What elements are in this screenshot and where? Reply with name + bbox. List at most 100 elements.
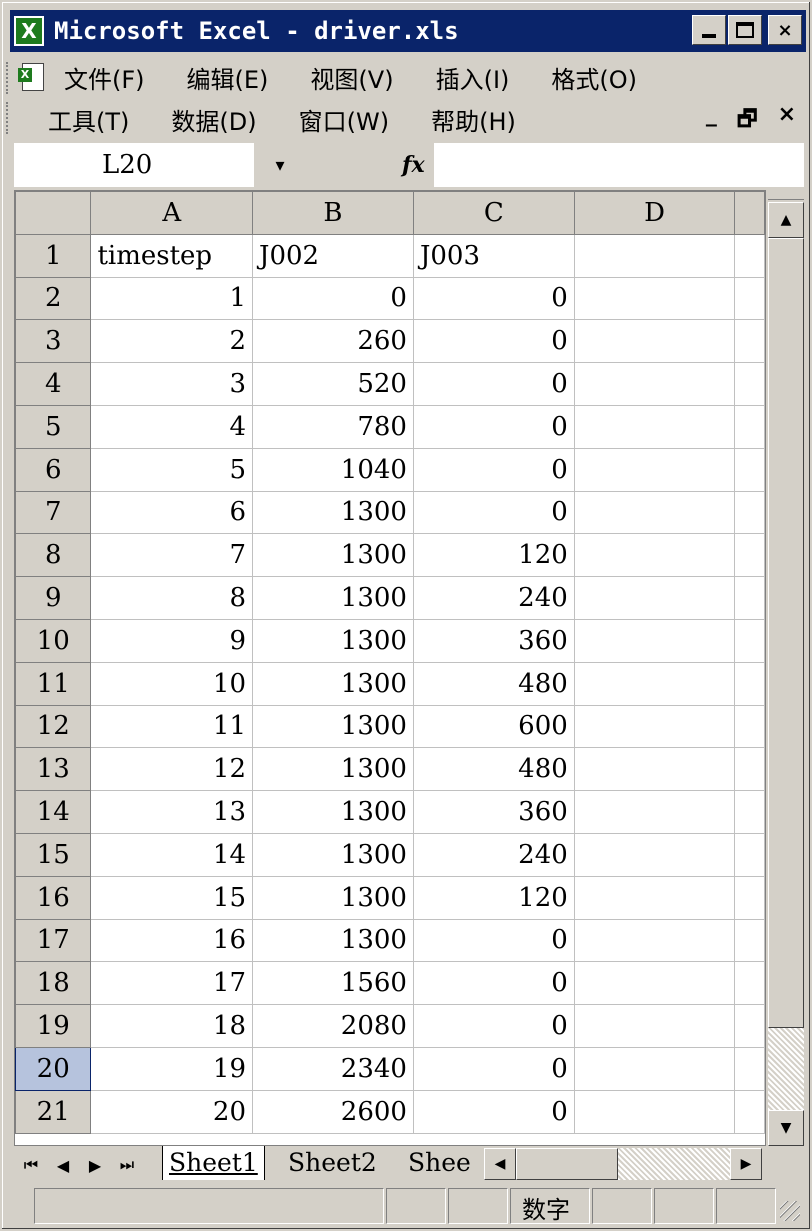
cell-c12[interactable]: 600 [412, 704, 575, 749]
cell-b16[interactable]: 1300 [252, 875, 414, 920]
tab-sheet3[interactable]: Shee [402, 1146, 480, 1180]
cell-e21[interactable] [734, 1089, 765, 1134]
cell-d3[interactable] [573, 319, 736, 364]
vertical-scroll-thumb[interactable] [768, 238, 804, 1028]
cell-c11[interactable]: 480 [412, 661, 575, 706]
cell-b12[interactable]: 1300 [252, 704, 414, 749]
cell-a6[interactable]: 5 [90, 447, 254, 492]
cell-b3[interactable]: 260 [252, 319, 414, 364]
resize-grip-icon[interactable] [780, 1201, 800, 1221]
cell-e17[interactable] [734, 918, 765, 963]
workbook-close-button[interactable]: × [778, 102, 796, 140]
maximize-button[interactable] [728, 15, 762, 45]
menu-format[interactable]: 格式(O) [551, 60, 637, 95]
row-header[interactable]: 17 [15, 918, 92, 963]
scroll-down-button[interactable]: ▼ [768, 1110, 804, 1146]
split-box[interactable] [768, 190, 804, 200]
row-header[interactable]: 15 [15, 832, 92, 877]
cell-a16[interactable]: 15 [90, 875, 254, 920]
cell-a11[interactable]: 10 [90, 661, 254, 706]
column-header-d[interactable]: D [573, 191, 736, 235]
toolbar-grip[interactable] [6, 62, 10, 94]
cell-c8[interactable]: 120 [412, 533, 575, 578]
cell-b15[interactable]: 1300 [252, 832, 414, 877]
cell-d7[interactable] [573, 490, 736, 535]
select-all-corner[interactable] [15, 191, 92, 235]
row-header[interactable]: 4 [15, 362, 92, 406]
cell-c2[interactable]: 0 [412, 276, 575, 321]
cell-d6[interactable] [573, 447, 736, 492]
vertical-scroll-track[interactable] [768, 1028, 804, 1110]
cell-b2[interactable]: 0 [252, 276, 414, 321]
row-header[interactable]: 8 [15, 533, 92, 578]
row-header[interactable]: 19 [15, 1004, 92, 1048]
cell-c16[interactable]: 120 [412, 875, 575, 920]
cell-b1[interactable]: J002 [252, 233, 414, 278]
horizontal-scroll-track[interactable] [618, 1148, 730, 1180]
row-header[interactable]: 6 [15, 447, 92, 492]
cell-a18[interactable]: 17 [90, 961, 254, 1006]
cell-e2[interactable] [734, 276, 765, 321]
cell-e4[interactable] [734, 362, 765, 406]
menu-edit[interactable]: 编辑(E) [187, 60, 269, 95]
cell-d12[interactable] [573, 704, 736, 749]
tab-sheet2[interactable]: Sheet2 [282, 1146, 383, 1180]
scroll-up-button[interactable]: ▲ [768, 202, 804, 238]
scroll-left-button[interactable]: ◀ [484, 1148, 516, 1180]
cell-a15[interactable]: 14 [90, 832, 254, 877]
cell-a14[interactable]: 13 [90, 790, 254, 834]
minimize-button[interactable] [692, 15, 726, 45]
cell-e13[interactable] [734, 747, 765, 792]
cell-d20[interactable] [573, 1046, 736, 1091]
cell-d2[interactable] [573, 276, 736, 321]
cell-b8[interactable]: 1300 [252, 533, 414, 578]
cell-e10[interactable] [734, 618, 765, 663]
cell-e6[interactable] [734, 447, 765, 492]
cell-e11[interactable] [734, 661, 765, 706]
cell-c1[interactable]: J003 [412, 233, 575, 278]
cell-d16[interactable] [573, 875, 736, 920]
row-header[interactable]: 2 [15, 276, 92, 321]
row-header[interactable]: 16 [15, 875, 92, 920]
cell-a2[interactable]: 1 [90, 276, 254, 321]
title-bar[interactable]: X Microsoft Excel - driver.xls × [10, 10, 806, 52]
cell-a10[interactable]: 9 [90, 618, 254, 663]
cell-e20[interactable] [734, 1046, 765, 1091]
column-header-c[interactable]: C [412, 191, 575, 235]
close-button[interactable]: × [768, 15, 802, 45]
cell-c14[interactable]: 360 [412, 790, 575, 834]
next-sheet-icon[interactable]: ▶ [80, 1150, 110, 1180]
menu-help[interactable]: 帮助(H) [431, 102, 516, 137]
formula-input[interactable] [434, 143, 804, 187]
column-header-a[interactable]: A [90, 191, 254, 235]
workbook-minimize-button[interactable]: _ [706, 102, 717, 140]
cell-d21[interactable] [573, 1089, 736, 1134]
column-header-b[interactable]: B [252, 191, 414, 235]
row-header[interactable]: 12 [15, 704, 92, 749]
cell-c17[interactable]: 0 [412, 918, 575, 963]
cell-c5[interactable]: 0 [412, 404, 575, 449]
column-header-e[interactable] [734, 191, 765, 235]
cell-b13[interactable]: 1300 [252, 747, 414, 792]
cell-b9[interactable]: 1300 [252, 576, 414, 620]
cell-b17[interactable]: 1300 [252, 918, 414, 963]
cell-d9[interactable] [573, 576, 736, 620]
cell-a9[interactable]: 8 [90, 576, 254, 620]
row-header[interactable]: 20 [15, 1046, 92, 1091]
cell-e5[interactable] [734, 404, 765, 449]
menu-tools[interactable]: 工具(T) [48, 102, 129, 137]
cell-d4[interactable] [573, 362, 736, 406]
cell-e14[interactable] [734, 790, 765, 834]
worksheet-grid[interactable]: A B C D 1 timestep J002 J003 2 1 0 0 3 2 260 0 4 3 520… [14, 190, 766, 1146]
workbook-restore-button[interactable]: 🗗 [737, 102, 758, 140]
cell-e3[interactable] [734, 319, 765, 364]
document-icon[interactable]: X [16, 60, 50, 94]
cell-c10[interactable]: 360 [412, 618, 575, 663]
cell-a21[interactable]: 20 [90, 1089, 254, 1134]
cell-a8[interactable]: 7 [90, 533, 254, 578]
name-box-dropdown-icon[interactable]: ▾ [262, 143, 298, 187]
scroll-right-button[interactable]: ▶ [730, 1148, 762, 1180]
cell-a3[interactable]: 2 [90, 319, 254, 364]
row-header[interactable]: 1 [15, 233, 92, 278]
menu-window[interactable]: 窗口(W) [299, 102, 389, 137]
